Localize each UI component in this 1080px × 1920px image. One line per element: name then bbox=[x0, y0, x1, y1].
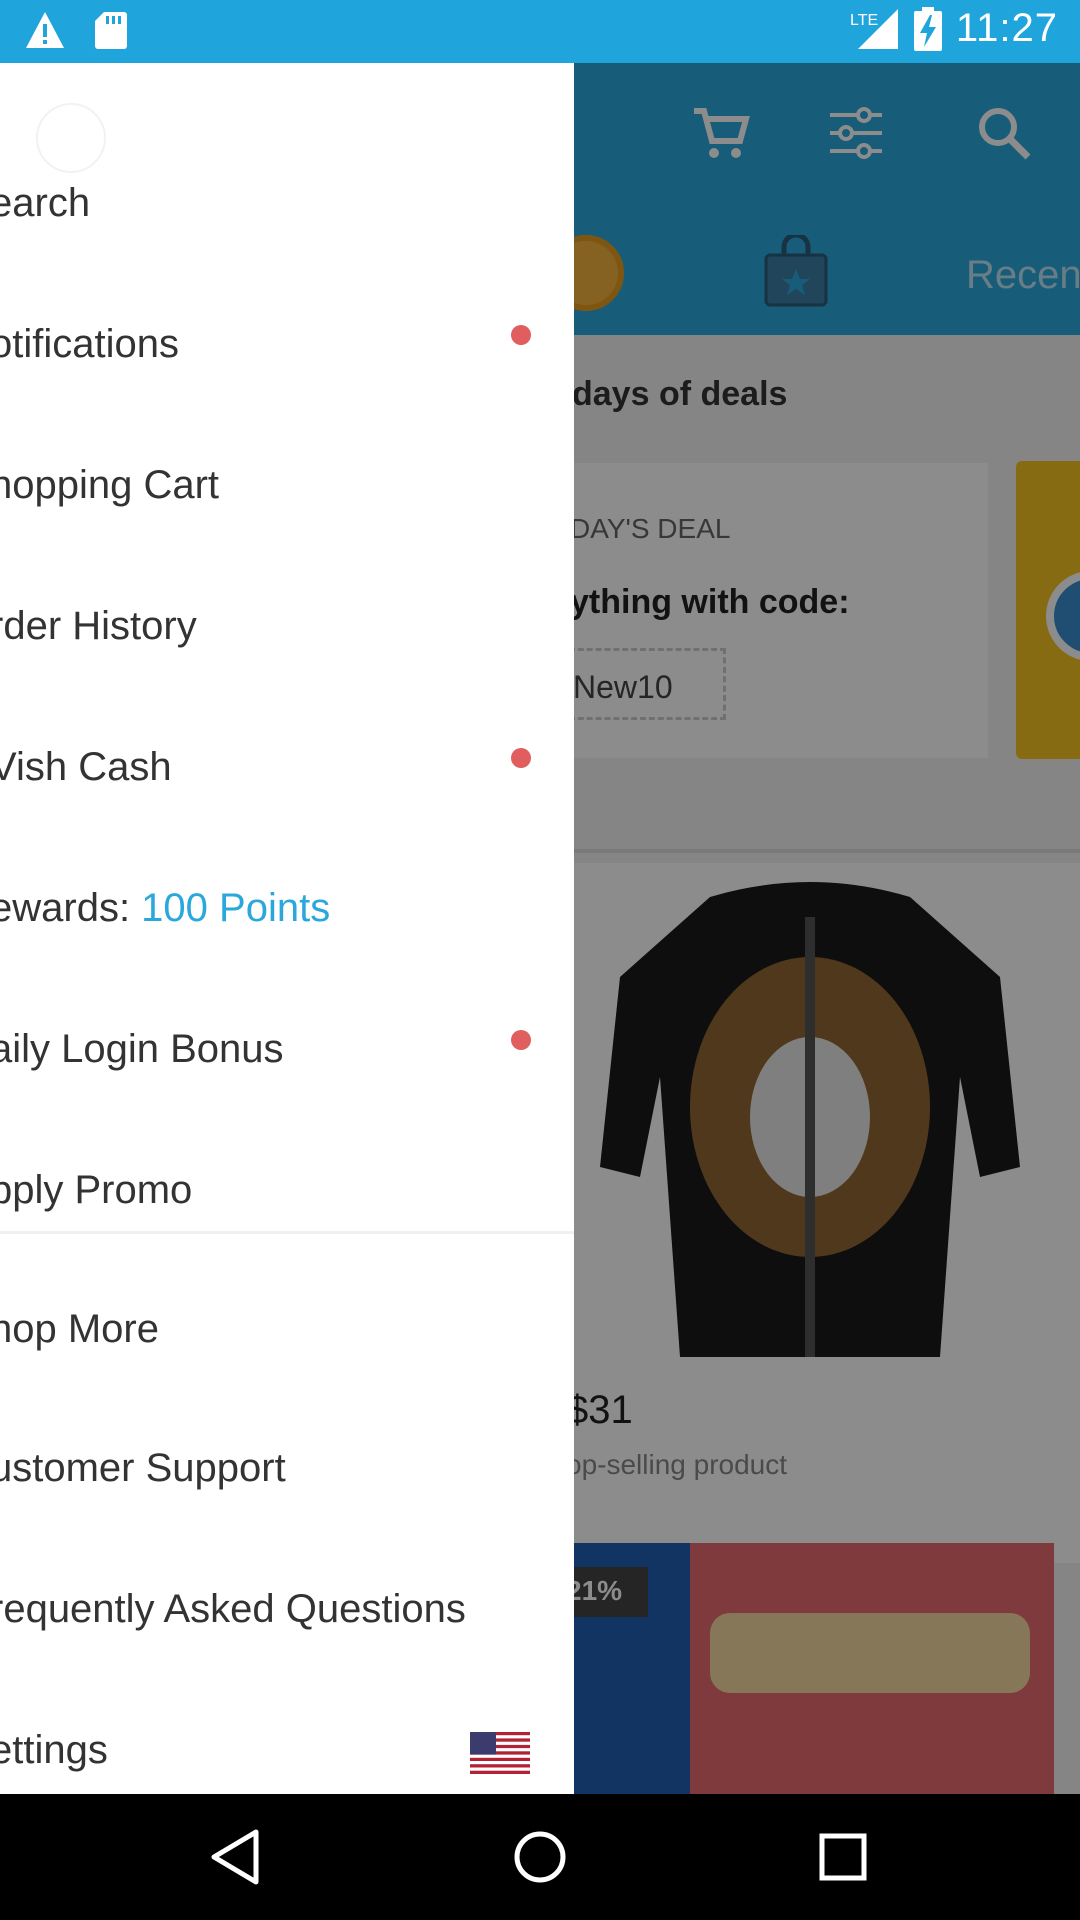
sd-card-icon bbox=[95, 12, 127, 49]
notification-dot bbox=[511, 1030, 531, 1050]
drawer-item-label: requently Asked Questions bbox=[0, 1587, 466, 1631]
drawer-item-label: ettings bbox=[0, 1728, 108, 1772]
notification-dot bbox=[511, 748, 531, 768]
drawer-item-label: otifications bbox=[0, 322, 179, 366]
drawer-item-shop-more[interactable]: hop More bbox=[0, 1259, 574, 1400]
signal-icon: LTE bbox=[850, 8, 898, 49]
status-time: 11:27 bbox=[955, 6, 1058, 50]
drawer-item-label: ustomer Support bbox=[0, 1446, 286, 1490]
battery-charging-icon bbox=[913, 6, 942, 51]
drawer-divider bbox=[0, 1231, 574, 1234]
back-icon[interactable] bbox=[200, 1822, 270, 1892]
drawer-item-label: hop More bbox=[0, 1307, 159, 1351]
drawer-item-label: aily Login Bonus bbox=[0, 1027, 284, 1071]
drawer-item-shopping-cart[interactable]: hopping Cart bbox=[0, 411, 574, 552]
warning-icon bbox=[26, 12, 64, 48]
drawer-item-rewards[interactable]: ewards: 100 Points bbox=[0, 834, 574, 975]
drawer-item-wish-cash[interactable]: Vish Cash bbox=[0, 693, 574, 834]
navigation-drawer: earch otifications hopping Cart rder His… bbox=[0, 63, 574, 1794]
drawer-item-faq[interactable]: requently Asked Questions bbox=[0, 1541, 574, 1682]
drawer-item-label: rder History bbox=[0, 604, 197, 648]
drawer-item-order-history[interactable]: rder History bbox=[0, 552, 574, 693]
drawer-item-label: pply Promo bbox=[0, 1168, 193, 1212]
notification-dot bbox=[511, 325, 531, 345]
system-nav-bar bbox=[0, 1794, 1080, 1920]
us-flag-icon bbox=[470, 1732, 530, 1774]
drawer-item-customer-support[interactable]: ustomer Support bbox=[0, 1400, 574, 1541]
drawer-item-settings[interactable]: ettings bbox=[0, 1682, 574, 1794]
rewards-points: 100 Points bbox=[141, 886, 331, 930]
drawer-item-label: hopping Cart bbox=[0, 463, 220, 507]
drawer-item-search[interactable]: earch bbox=[0, 129, 574, 270]
rewards-label: ewards: bbox=[0, 886, 142, 930]
drawer-item-label: ewards: 100 Points bbox=[0, 886, 330, 931]
home-icon[interactable] bbox=[505, 1822, 575, 1892]
drawer-item-label: Vish Cash bbox=[0, 745, 172, 789]
network-label: LTE bbox=[850, 12, 878, 29]
drawer-item-label: earch bbox=[0, 181, 91, 225]
drawer-item-apply-promo[interactable]: pply Promo bbox=[0, 1116, 574, 1257]
drawer-item-notifications[interactable]: otifications bbox=[0, 270, 574, 411]
recent-apps-icon[interactable] bbox=[808, 1822, 878, 1892]
drawer-item-daily-login-bonus[interactable]: aily Login Bonus bbox=[0, 975, 574, 1116]
status-bar: LTE 11:27 bbox=[0, 0, 1080, 63]
